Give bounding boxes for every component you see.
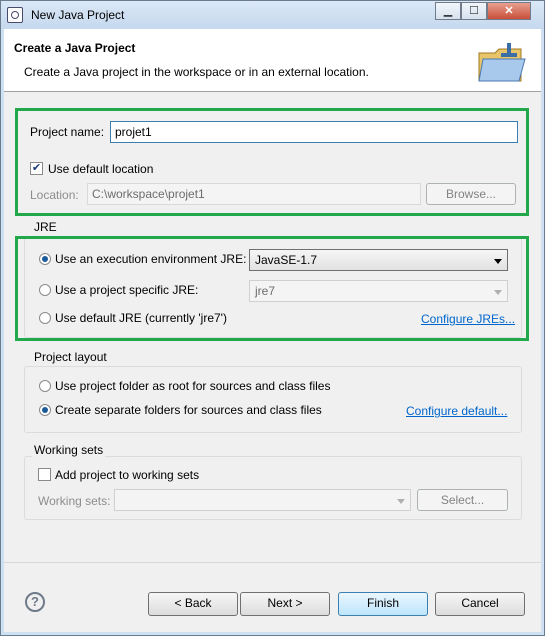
configure-jres-link[interactable]: Configure JREs... — [421, 312, 515, 326]
wizard-content: Project name: projet1 ✔ Use default loca… — [4, 92, 541, 632]
wizard-title: Create a Java Project — [14, 41, 136, 55]
title-bar[interactable]: New Java Project ▁ ☐ ✕ — [1, 1, 544, 29]
working-sets-group-label: Working sets — [32, 443, 106, 457]
layout-separate-folders-label: Create separate folders for sources and … — [55, 403, 322, 417]
project-layout-group — [24, 366, 522, 433]
location-input[interactable]: C:\workspace\projet1 — [87, 183, 421, 205]
location-label: Location: — [30, 188, 79, 202]
close-button[interactable]: ✕ — [487, 2, 531, 20]
jre-project-specific-label: Use a project specific JRE: — [55, 283, 199, 297]
working-sets-label: Working sets: — [38, 494, 111, 508]
wizard-header: Create a Java Project Create a Java proj… — [4, 29, 541, 92]
layout-root-folder-label: Use project folder as root for sources a… — [55, 379, 331, 393]
jre-default-radio[interactable] — [39, 312, 51, 324]
dropdown-arrow-icon — [494, 290, 502, 295]
dialog-window: New Java Project ▁ ☐ ✕ Create a Java Pro… — [0, 0, 545, 636]
jre-execution-env-radio[interactable] — [39, 253, 51, 265]
minimize-button[interactable]: ▁ — [435, 2, 461, 20]
eclipse-app-icon — [7, 7, 23, 23]
layout-separate-folders-radio[interactable] — [39, 404, 51, 416]
project-layout-group-label: Project layout — [32, 350, 109, 364]
jre-group-label: JRE — [32, 220, 59, 234]
dropdown-arrow-icon — [397, 499, 405, 504]
footer-separator — [4, 562, 541, 563]
project-name-label: Project name: — [30, 125, 105, 139]
jre-project-specific-radio[interactable] — [39, 284, 51, 296]
back-button[interactable]: < Back — [148, 592, 238, 616]
new-java-project-folder-icon — [478, 43, 526, 82]
jre-default-label: Use default JRE (currently 'jre7') — [55, 311, 227, 325]
use-default-location-label: Use default location — [48, 162, 154, 176]
add-to-working-sets-checkbox[interactable] — [38, 468, 51, 481]
dropdown-arrow-icon — [494, 259, 502, 264]
execution-env-value: JavaSE-1.7 — [255, 253, 318, 267]
next-button[interactable]: Next > — [240, 592, 330, 616]
window-title: New Java Project — [31, 8, 125, 22]
layout-root-folder-radio[interactable] — [39, 380, 51, 392]
select-working-sets-button[interactable]: Select... — [417, 489, 508, 511]
project-name-input[interactable]: projet1 — [110, 121, 518, 143]
working-sets-select[interactable] — [114, 489, 411, 511]
jre-execution-env-label: Use an execution environment JRE: — [55, 252, 247, 266]
wizard-description: Create a Java project in the workspace o… — [24, 65, 369, 79]
add-to-working-sets-label: Add project to working sets — [55, 468, 200, 482]
use-default-location-checkbox[interactable]: ✔ — [30, 162, 43, 175]
project-specific-jre-value: jre7 — [255, 284, 276, 298]
browse-button[interactable]: Browse... — [426, 183, 516, 205]
configure-default-link[interactable]: Configure default... — [406, 404, 507, 418]
help-icon[interactable]: ? — [25, 592, 45, 612]
maximize-button[interactable]: ☐ — [461, 2, 487, 20]
cancel-button[interactable]: Cancel — [435, 592, 525, 616]
finish-button[interactable]: Finish — [338, 592, 428, 616]
execution-env-select[interactable]: JavaSE-1.7 — [249, 249, 508, 271]
project-specific-jre-select[interactable]: jre7 — [249, 280, 508, 302]
